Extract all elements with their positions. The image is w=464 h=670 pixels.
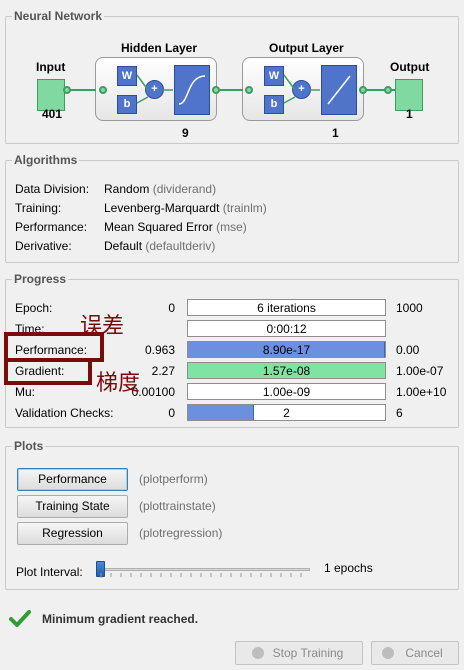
progress-bar: 0:00:12	[187, 320, 386, 337]
error-annotation: 误差	[80, 314, 125, 339]
plotperform-code: (plotperform)	[139, 472, 208, 486]
plotregression-code: (plotregression)	[139, 526, 223, 540]
progress-bar: 6 iterations	[187, 299, 386, 316]
algorithm-code: (defaultderiv)	[145, 239, 216, 253]
progress-end-value: 1.00e+10	[396, 385, 447, 399]
algorithms-panel: Algorithms Data Division: Random (divider…	[5, 153, 459, 263]
algorithm-value: Default (defaultderiv)	[104, 239, 216, 253]
progress-bar-text: 1.00e-09	[262, 385, 311, 399]
progress-start-value: 2.27	[151, 364, 175, 378]
algorithm-label: Performance:	[15, 220, 88, 234]
algorithm-label: Derivative:	[15, 239, 72, 253]
regression-plot-button[interactable]: Regression	[17, 522, 128, 545]
algorithms-title: Algorithms	[12, 153, 80, 167]
neural-network-panel: Neural Network Input 401 Hidden Layer W …	[5, 9, 459, 144]
progress-end-value: 0.00	[396, 343, 420, 357]
progress-start-value: 0	[168, 406, 175, 420]
plot-interval-value: 1 epochs	[324, 561, 373, 575]
progress-label: Mu:	[15, 385, 36, 399]
progress-bar: 1.57e-08	[187, 362, 386, 379]
network-connectors	[63, 74, 395, 104]
algorithm-value: Random (dividerand)	[104, 182, 217, 196]
progress-bar: 8.90e-17	[187, 341, 386, 358]
checkmark-icon	[9, 610, 31, 627]
stop-icon	[252, 647, 264, 659]
plot-interval-slider[interactable]	[96, 559, 312, 579]
algorithm-label: Training:	[15, 201, 62, 215]
progress-title: Progress	[12, 272, 69, 286]
progress-bar-text: 8.90e-17	[262, 343, 311, 357]
algorithm-label: Data Division:	[15, 182, 90, 196]
progress-end-value: 6	[396, 406, 403, 420]
progress-bar: 1.00e-09	[187, 383, 386, 400]
progress-bar: 2	[187, 404, 386, 421]
plottrainstate-code: (plottrainstate)	[139, 499, 216, 513]
training-state-plot-button[interactable]: Training State	[17, 495, 128, 518]
stop-training-button[interactable]: Stop Training	[235, 641, 363, 665]
progress-label: Epoch:	[15, 301, 53, 315]
progress-bar-text: 6 iterations	[257, 301, 316, 315]
plot-interval-label: Plot Interval:	[16, 565, 83, 579]
cancel-button[interactable]: Cancel	[371, 641, 459, 665]
slider-ticks	[100, 573, 302, 578]
progress-label: Validation Checks:	[15, 406, 114, 420]
algorithm-code: (trainlm)	[222, 201, 267, 215]
progress-end-value: 1.00e-07	[396, 364, 444, 378]
progress-bar-text: 0:00:12	[266, 322, 307, 336]
progress-end-value: 1000	[396, 301, 423, 315]
slider-track	[98, 568, 310, 571]
algorithm-code: (dividerand)	[152, 182, 217, 196]
progress-bar-text: 1.57e-08	[262, 364, 311, 378]
algorithm-value: Mean Squared Error (mse)	[104, 220, 247, 234]
progress-bar-text: 2	[283, 406, 290, 420]
gradient-annotation: 梯度	[96, 371, 141, 396]
gradient-highlight-box	[4, 358, 92, 385]
plots-panel: Plots Performance (plotperform) Training…	[5, 439, 459, 590]
cancel-icon	[382, 647, 394, 659]
algorithm-code: (mse)	[216, 220, 247, 234]
algorithm-value: Levenberg-Marquardt (trainlm)	[104, 201, 267, 215]
progress-start-value: 0.963	[144, 343, 175, 357]
progress-start-value: 0	[168, 301, 175, 315]
status-message: Minimum gradient reached.	[42, 612, 199, 626]
performance-plot-button[interactable]: Performance	[17, 468, 128, 491]
plots-title: Plots	[12, 439, 46, 453]
